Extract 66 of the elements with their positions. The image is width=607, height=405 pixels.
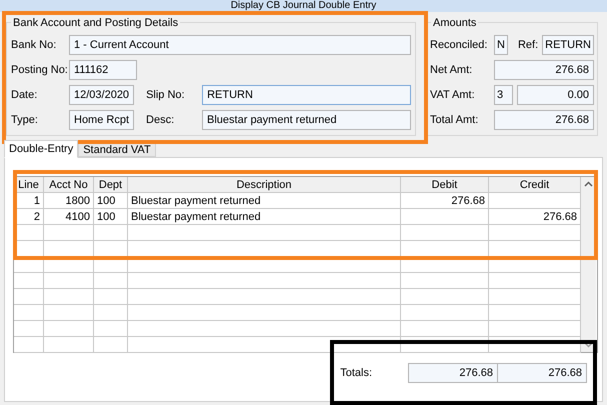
empty-cell (14, 225, 44, 241)
text-field[interactable]: 276.68 (494, 60, 594, 80)
text-field[interactable]: N (494, 35, 508, 55)
empty-cell (94, 257, 128, 273)
empty-cell (44, 289, 94, 305)
empty-cell (44, 225, 94, 241)
empty-cell (94, 273, 128, 289)
table-cell: 100 (94, 209, 128, 225)
empty-cell (44, 305, 94, 321)
field-label: Date: (11, 88, 38, 103)
field-label: Type: (11, 112, 39, 128)
column-header[interactable]: Dept (94, 177, 128, 193)
empty-cell (14, 305, 44, 321)
table-cell: 4100 (44, 209, 94, 225)
field-label: VAT Amt: (430, 88, 476, 103)
text-field[interactable]: Home Rcpt (69, 110, 134, 130)
text-field[interactable]: 276.68 (497, 363, 587, 383)
empty-cell (94, 289, 128, 305)
column-header[interactable]: Acct No (44, 177, 94, 193)
text-field[interactable]: RETURN (542, 35, 594, 55)
field-label: Bank No: (11, 38, 58, 53)
table-cell: Bluestar payment returned (128, 209, 401, 225)
text-field[interactable]: 3 (494, 85, 514, 105)
totals-label: Totals: (340, 366, 372, 381)
empty-cell (14, 337, 44, 353)
field-label: Desc: (146, 112, 176, 128)
field-label: Total Amt: (430, 112, 480, 128)
text-field[interactable]: 0.00 (517, 85, 594, 105)
text-field[interactable]: 276.68 (408, 363, 498, 383)
empty-cell (44, 321, 94, 337)
group-title: Bank Account and Posting Details (11, 15, 180, 32)
field-label: Reconciled: (430, 38, 488, 53)
empty-cell (94, 305, 128, 321)
empty-cell (14, 289, 44, 305)
text-field[interactable]: Bluestar payment returned (202, 110, 411, 130)
table-cell: 1 (14, 193, 44, 209)
text-field[interactable]: 1 - Current Account (69, 35, 411, 55)
empty-cell (94, 337, 128, 353)
text-field[interactable]: 111162 (69, 60, 137, 80)
empty-cell (14, 257, 44, 273)
scroll-down-icon[interactable] (584, 342, 593, 348)
column-header[interactable]: Debit (401, 177, 489, 193)
empty-cell (44, 273, 94, 289)
text-field[interactable]: 276.68 (494, 110, 594, 130)
table-cell: Bluestar payment returned (128, 193, 401, 209)
empty-cell (44, 257, 94, 273)
table-cell: 2 (14, 209, 44, 225)
empty-cell (44, 337, 94, 353)
empty-cell (94, 321, 128, 337)
tab[interactable]: Double-Entry (4, 140, 78, 158)
scroll-up-icon[interactable] (584, 181, 593, 187)
empty-cell (94, 225, 128, 241)
field-label: Posting No: (11, 62, 69, 78)
table-cell: 100 (94, 193, 128, 209)
empty-cell (14, 273, 44, 289)
field-label: Slip No: (146, 88, 186, 103)
empty-cell (14, 321, 44, 337)
column-header[interactable]: Description (128, 177, 401, 193)
field-label: Ref: (518, 38, 538, 53)
table-cell: 276.68 (401, 193, 489, 209)
column-header[interactable]: Line (14, 177, 44, 193)
table-cell: 1800 (44, 193, 94, 209)
text-field[interactable]: 12/03/2020 (69, 85, 134, 105)
text-field[interactable]: RETURN (202, 85, 411, 105)
window-title: Display CB Journal Double Entry (230, 0, 376, 12)
field-label: Net Amt: (430, 62, 474, 78)
